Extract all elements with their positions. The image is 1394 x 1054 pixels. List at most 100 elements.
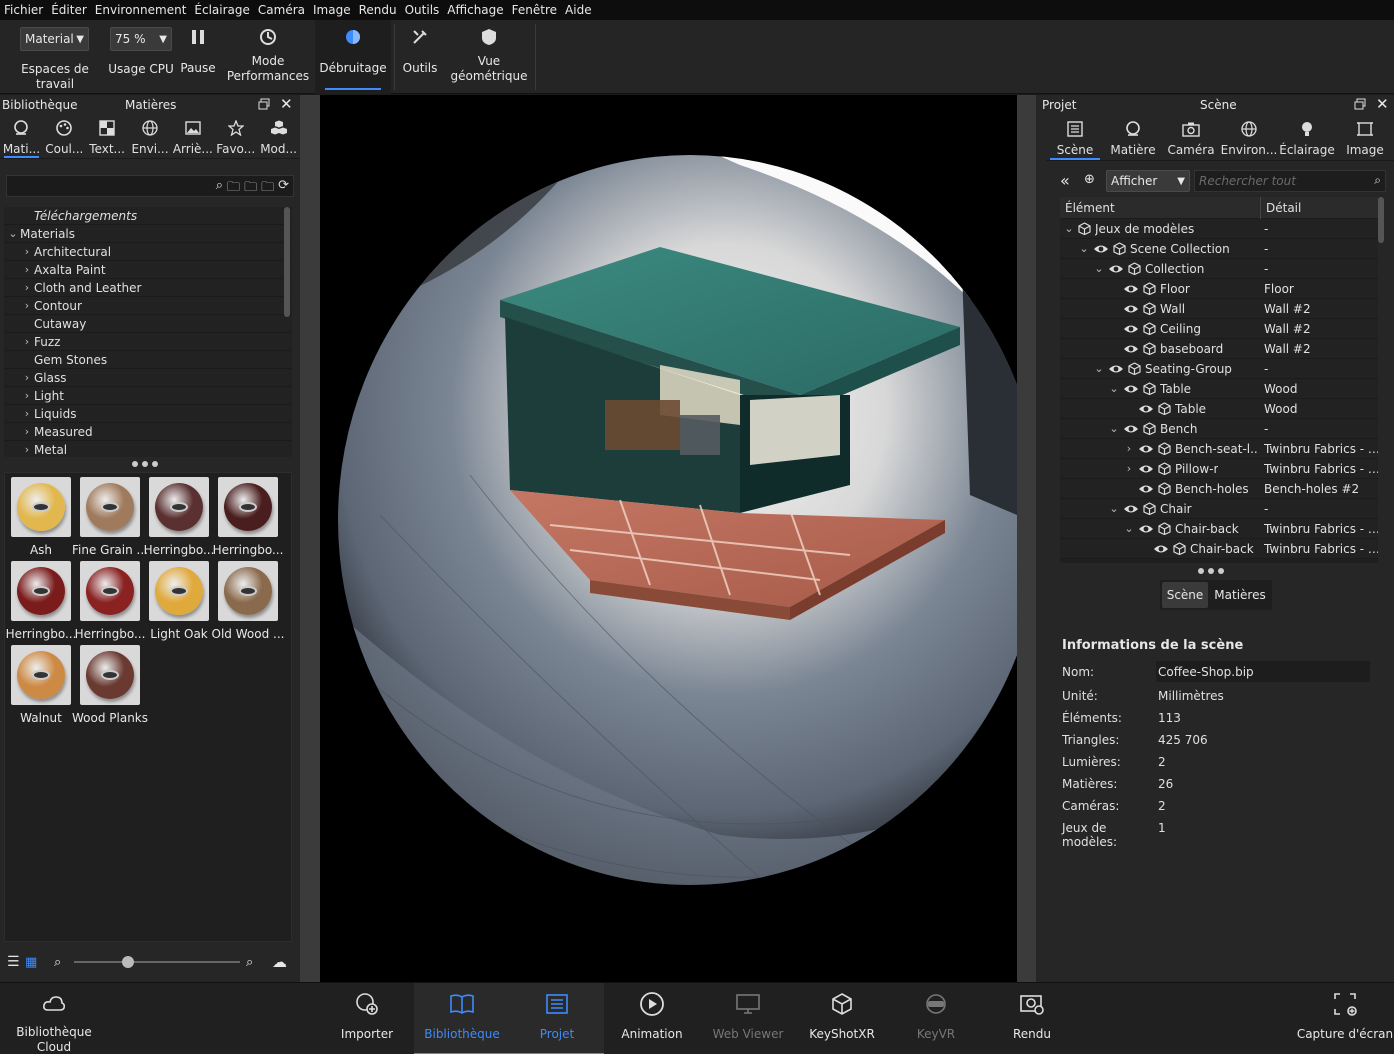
keyshotxr-button[interactable]: KeyShotXR: [796, 983, 888, 1054]
scene-tree-row[interactable]: Bench-holes Bench-holes #2: [1060, 479, 1378, 499]
material-thumbnail[interactable]: Herringbo...: [75, 561, 145, 641]
screenshot-button[interactable]: Capture d'écran: [1296, 983, 1394, 1054]
cloud-library-button[interactable]: Bibliothèque Cloud: [14, 983, 94, 1054]
scene-tree-row[interactable]: ⌄ Bench -: [1060, 419, 1378, 439]
eye-icon[interactable]: [1093, 243, 1109, 258]
scene-tree-row[interactable]: ⌄ Chair-back Twinbru Fabrics - St...: [1060, 519, 1378, 539]
splitter-handle[interactable]: [1198, 568, 1224, 574]
tab-globe[interactable]: Environ...: [1220, 115, 1278, 160]
tab-star[interactable]: Favo...: [214, 115, 257, 158]
library-tree-item[interactable]: › Architectural: [4, 243, 292, 261]
render-button[interactable]: Rendu: [986, 983, 1078, 1054]
splitter-handle[interactable]: [132, 461, 158, 467]
scene-tree-row[interactable]: baseboard Wall #2: [1060, 339, 1378, 359]
column-divider[interactable]: [1260, 197, 1261, 219]
library-tree-item[interactable]: › Measured: [4, 423, 292, 441]
chevron-icon[interactable]: ⌄: [1107, 502, 1121, 515]
tab-camera[interactable]: Caméra: [1162, 115, 1220, 160]
menu-item[interactable]: Éditer: [47, 3, 91, 17]
eye-icon[interactable]: [1123, 343, 1139, 358]
library-tree-item[interactable]: Téléchargements: [4, 207, 292, 225]
library-tree-item[interactable]: › Glass: [4, 369, 292, 387]
scene-tree-row[interactable]: Chair-back Twinbru Fabrics - St...: [1060, 539, 1378, 559]
scene-tree-scrollbar[interactable]: [1378, 197, 1384, 243]
chevron-icon[interactable]: ⌄: [1092, 262, 1106, 275]
chevron-icon[interactable]: ›: [20, 425, 34, 438]
menu-item[interactable]: Outils: [401, 3, 444, 17]
thumbnail-size-slider[interactable]: [74, 961, 240, 963]
toggle-materials-button[interactable]: Matières: [1208, 588, 1272, 602]
library-tree-item[interactable]: Cutaway: [4, 315, 292, 333]
tab-list[interactable]: Scène: [1046, 115, 1104, 160]
menu-item[interactable]: Affichage: [443, 3, 507, 17]
eye-icon[interactable]: [1123, 423, 1139, 438]
menu-item[interactable]: Caméra: [254, 3, 309, 17]
library-tree-item[interactable]: › Axalta Paint: [4, 261, 292, 279]
zoom-in-icon[interactable]: ⌕: [246, 955, 253, 970]
tab-picture[interactable]: Arriè...: [171, 115, 214, 158]
float-window-icon[interactable]: [1354, 98, 1366, 113]
scene-search-input[interactable]: Rechercher tout ⌕: [1194, 170, 1386, 192]
tab-cubes[interactable]: Mod...: [257, 115, 300, 158]
eye-icon[interactable]: [1123, 303, 1139, 318]
material-thumbnail[interactable]: Walnut: [8, 645, 74, 725]
eye-icon[interactable]: [1123, 323, 1139, 338]
grid-view-icon[interactable]: ▦: [25, 955, 37, 970]
search-icon[interactable]: ⌕: [216, 178, 223, 200]
chevron-icon[interactable]: ›: [20, 407, 34, 420]
chevron-icon[interactable]: ⌄: [1077, 242, 1091, 255]
zoom-out-icon[interactable]: ⌕: [54, 955, 61, 970]
menu-item[interactable]: Aide: [561, 3, 596, 17]
add-model-set-icon[interactable]: ⊕: [1084, 172, 1095, 187]
library-tree-item[interactable]: ⌄ Materials: [4, 225, 292, 243]
chevron-icon[interactable]: ›: [20, 263, 34, 276]
material-thumbnail[interactable]: Herringbo...: [213, 477, 283, 557]
material-thumbnail[interactable]: Fine Grain ...: [72, 477, 148, 557]
tools-button[interactable]: Outils: [397, 20, 443, 94]
tab-checker[interactable]: Text...: [86, 115, 129, 158]
folder-icon[interactable]: 🗀: [227, 178, 240, 200]
menu-item[interactable]: Fichier: [0, 3, 47, 17]
chevron-icon[interactable]: ›: [20, 281, 34, 294]
cpu-select[interactable]: 75 % ▼: [110, 27, 172, 51]
cloud-upload-icon[interactable]: ☁: [272, 953, 287, 971]
geometry-view-button[interactable]: Vue géométrique: [446, 20, 532, 94]
menu-item[interactable]: Éclairage: [190, 3, 254, 17]
tab-globe[interactable]: Envi...: [129, 115, 172, 158]
eye-icon[interactable]: [1108, 363, 1124, 378]
material-thumbnail[interactable]: Ash: [8, 477, 74, 557]
chevron-icon[interactable]: ›: [20, 335, 34, 348]
render-viewport[interactable]: [320, 95, 1017, 982]
filter-select[interactable]: Afficher ▼: [1106, 170, 1190, 192]
library-tree-item[interactable]: Gem Stones: [4, 351, 292, 369]
scene-tree-row[interactable]: › Bench-seat-l... Twinbru Fabrics - St...: [1060, 439, 1378, 459]
scene-tree-row[interactable]: ⌄ Seating-Group -: [1060, 359, 1378, 379]
chevron-icon[interactable]: ⌄: [1062, 222, 1076, 235]
eye-icon[interactable]: [1123, 283, 1139, 298]
menu-item[interactable]: Rendu: [355, 3, 401, 17]
collapse-left-icon[interactable]: «: [1060, 171, 1070, 190]
column-header-detail[interactable]: Détail: [1266, 201, 1301, 215]
scene-tree-row[interactable]: Floor Floor: [1060, 279, 1378, 299]
workspace-select[interactable]: Material ▼: [20, 27, 89, 51]
tab-sphere[interactable]: Mati...: [0, 115, 43, 158]
menu-item[interactable]: Environnement: [91, 3, 191, 17]
performance-mode-button[interactable]: Mode Performances: [222, 20, 314, 94]
scene-tree-row[interactable]: ⌄ Table Wood: [1060, 379, 1378, 399]
column-header-element[interactable]: Élément: [1065, 201, 1115, 215]
library-tree-item[interactable]: › Light: [4, 387, 292, 405]
web-viewer-button[interactable]: Web Viewer: [702, 983, 794, 1054]
library-tree-item[interactable]: › Metal: [4, 441, 292, 457]
scene-tree-row[interactable]: ⌄ Jeux de modèles -: [1060, 219, 1378, 239]
folder-sync-icon[interactable]: 🗀: [261, 178, 274, 200]
material-thumbnail[interactable]: Herringbo...: [144, 477, 214, 557]
eye-icon[interactable]: [1123, 503, 1139, 518]
scene-tree-row[interactable]: ⌄ Chair -: [1060, 499, 1378, 519]
eye-icon[interactable]: [1153, 543, 1169, 558]
tab-frame[interactable]: Image: [1336, 115, 1394, 160]
folder-add-icon[interactable]: 🗀: [244, 178, 257, 200]
menu-item[interactable]: Image: [309, 3, 355, 17]
project-button[interactable]: Projet: [510, 983, 604, 1054]
chevron-icon[interactable]: ⌄: [6, 227, 20, 240]
library-search-input[interactable]: ⌕ 🗀 🗀 🗀 ⟳: [6, 175, 294, 197]
